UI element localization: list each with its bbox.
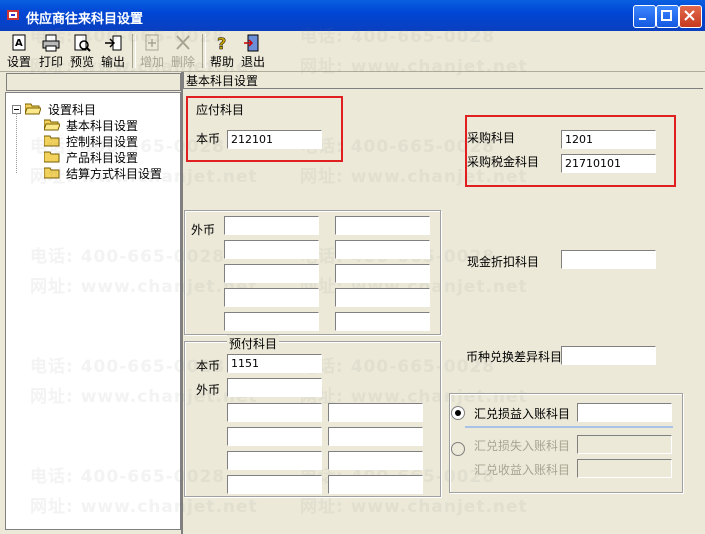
print-button[interactable]: 打印 <box>37 33 65 69</box>
payable-local-label: 本币 <box>196 132 221 146</box>
exchange-loss-label: 汇兑损失入账科目 <box>474 439 571 453</box>
delete-button[interactable]: 删除 <box>169 33 197 69</box>
payable-foreign-input-5[interactable] <box>224 264 319 283</box>
svg-text:A: A <box>15 38 23 49</box>
purchase-tax-label: 采购税金科目 <box>467 155 540 169</box>
open-folder-icon <box>25 103 41 115</box>
fx-diff-label: 币种兑换差异科目 <box>466 350 563 364</box>
prepaid-foreign-label: 外币 <box>196 383 221 397</box>
toolbar: A 设置 打印 预览 输出 增加 删除 ? 帮助 退出 <box>0 31 705 72</box>
add-icon <box>145 34 159 51</box>
preview-button[interactable]: 预览 <box>68 33 96 69</box>
title-bar[interactable]: 供应商往来科目设置 <box>0 0 705 31</box>
prepaid-foreign-input-7[interactable] <box>328 451 423 470</box>
prepaid-local-label: 本币 <box>196 359 221 373</box>
add-label: 增加 <box>139 55 164 69</box>
app-icon <box>7 10 19 20</box>
maximize-icon <box>661 10 672 21</box>
folder-icon <box>44 167 60 179</box>
exchange-income-input[interactable] <box>577 459 672 478</box>
settings-button[interactable]: A 设置 <box>5 33 33 69</box>
exchange-separate-radio[interactable] <box>451 442 465 456</box>
settings-tree[interactable]: 设置科目 基本科目设置 控制科目设置 产品科目设置 结算方式科目设置 <box>5 92 181 530</box>
prepaid-foreign-input-9[interactable] <box>328 475 423 494</box>
exit-button[interactable]: 退出 <box>239 33 267 69</box>
payable-foreign-label: 外币 <box>191 223 216 237</box>
preview-label: 预览 <box>69 55 94 69</box>
tree-line <box>16 113 18 173</box>
toolbar-separator <box>132 34 136 68</box>
exchange-gain-loss-input[interactable] <box>577 403 672 422</box>
help-icon: ? <box>217 34 227 53</box>
open-folder-icon <box>44 119 60 131</box>
exchange-income-label: 汇兑收益入账科目 <box>474 463 571 477</box>
payable-foreign-input-3[interactable] <box>224 240 319 259</box>
prepaid-foreign-input-3[interactable] <box>328 403 423 422</box>
purchase-label: 采购科目 <box>467 131 516 145</box>
tree-status-bar <box>6 73 181 91</box>
window-title: 供应商往来科目设置 <box>26 12 144 27</box>
prepaid-foreign-input-8[interactable] <box>227 475 322 494</box>
payable-foreign-input-2[interactable] <box>335 216 430 235</box>
help-label: 帮助 <box>209 55 234 69</box>
export-label: 输出 <box>100 55 125 69</box>
printer-icon <box>42 34 60 52</box>
purchase-highlight <box>465 115 676 187</box>
payable-foreign-input-1[interactable] <box>224 216 319 235</box>
prepaid-foreign-input-2[interactable] <box>227 403 322 422</box>
minimize-icon <box>639 18 646 20</box>
folder-icon <box>44 135 60 147</box>
exit-door-icon <box>244 34 259 52</box>
payable-local-input[interactable] <box>227 130 322 149</box>
payable-foreign-input-9[interactable] <box>224 312 319 331</box>
payable-foreign-input-7[interactable] <box>224 288 319 307</box>
preview-icon <box>74 34 91 52</box>
prepaid-group-label: 预付科目 <box>227 335 280 352</box>
prepaid-foreign-input-6[interactable] <box>227 451 322 470</box>
settings-label: 设置 <box>6 55 31 69</box>
settings-doc-icon: A <box>12 34 26 51</box>
delete-label: 删除 <box>170 55 195 69</box>
purchase-tax-input[interactable] <box>561 154 656 173</box>
print-label: 打印 <box>38 55 63 69</box>
close-icon <box>684 10 695 21</box>
prepaid-foreign-input-5[interactable] <box>328 427 423 446</box>
svg-text:?: ? <box>217 34 226 53</box>
exchange-gain-loss-label: 汇兑损益入账科目 <box>474 407 571 421</box>
tree-root-label: 设置科目 <box>48 103 97 117</box>
payable-foreign-input-8[interactable] <box>335 288 430 307</box>
payable-group-label: 应付科目 <box>196 103 245 117</box>
tree-item-label: 控制科目设置 <box>66 135 139 149</box>
payable-foreign-input-10[interactable] <box>335 312 430 331</box>
payable-foreign-input-6[interactable] <box>335 264 430 283</box>
tree-item-label: 结算方式科目设置 <box>66 167 163 181</box>
close-button[interactable] <box>679 5 702 28</box>
pane-splitter[interactable] <box>181 72 183 534</box>
prepaid-foreign-input-4[interactable] <box>227 427 322 446</box>
toolbar-separator <box>202 34 206 68</box>
tree-item-label: 基本科目设置 <box>66 119 139 133</box>
cash-discount-label: 现金折扣科目 <box>467 255 540 269</box>
prepaid-local-input[interactable] <box>227 354 322 373</box>
panel-header: 基本科目设置 <box>183 72 703 89</box>
tree-item-label: 产品科目设置 <box>66 151 139 165</box>
cash-discount-input[interactable] <box>561 250 656 269</box>
minimize-button[interactable] <box>633 5 656 28</box>
payable-foreign-input-4[interactable] <box>335 240 430 259</box>
maximize-button[interactable] <box>656 5 679 28</box>
folder-icon <box>44 151 60 163</box>
help-button[interactable]: ? 帮助 <box>208 33 236 69</box>
exchange-gain-loss-radio[interactable] <box>451 406 465 420</box>
exit-label: 退出 <box>240 55 265 69</box>
exchange-divider <box>465 426 673 428</box>
add-button[interactable]: 增加 <box>138 33 166 69</box>
export-icon <box>105 35 122 51</box>
fx-diff-input[interactable] <box>561 346 656 365</box>
export-button[interactable]: 输出 <box>99 33 127 69</box>
purchase-input[interactable] <box>561 130 656 149</box>
exchange-loss-input[interactable] <box>577 435 672 454</box>
delete-icon <box>176 35 190 50</box>
prepaid-foreign-input-1[interactable] <box>227 378 322 397</box>
